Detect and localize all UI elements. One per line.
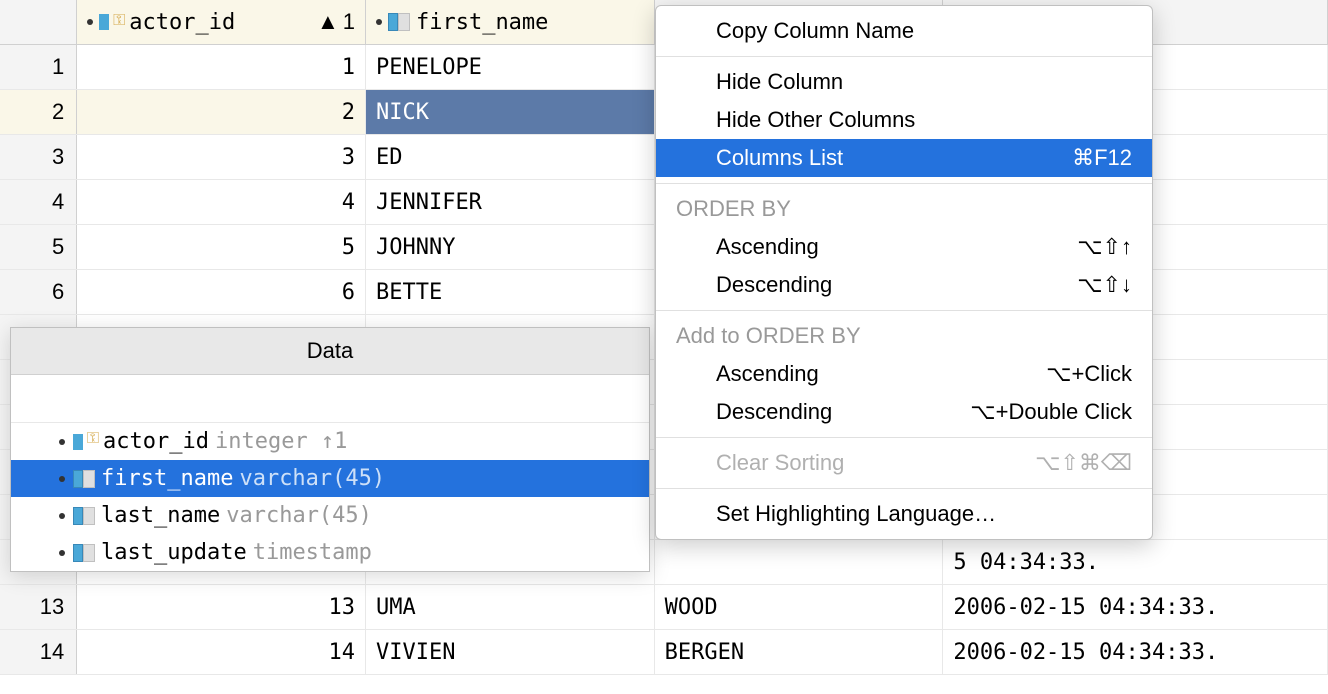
cell-last-update[interactable]: 5 04:34:33. — [943, 540, 1328, 584]
cell-actor-id[interactable]: 6 — [77, 270, 366, 314]
pk-icon — [87, 12, 123, 32]
menu-set-highlighting-language[interactable]: Set Highlighting Language… — [656, 495, 1152, 533]
pk-icon — [73, 432, 97, 452]
cell-last-name[interactable]: WOOD — [655, 585, 944, 629]
column-icon — [376, 13, 410, 31]
shortcut-label: ⌥⇧⌘⌫ — [1035, 450, 1132, 476]
row-number-header[interactable] — [0, 0, 77, 44]
column-type: varchar(45) — [239, 466, 385, 491]
menu-add-order-asc[interactable]: Ascending⌥+Click — [656, 355, 1152, 393]
cell-first-name[interactable]: JENNIFER — [366, 180, 655, 224]
column-label: first_name — [416, 10, 548, 35]
menu-separator — [656, 56, 1152, 57]
row-number-cell[interactable]: 4 — [0, 180, 77, 224]
shortcut-label: ⌘F12 — [1072, 145, 1132, 171]
cell-first-name[interactable]: UMA — [366, 585, 655, 629]
column-icon — [73, 544, 95, 562]
dot-icon — [59, 550, 65, 556]
cell-last-name[interactable]: BERGEN — [655, 630, 944, 674]
columns-list-item[interactable]: last_name varchar(45) — [11, 497, 649, 534]
menu-separator — [656, 488, 1152, 489]
column-type: timestamp — [253, 540, 372, 565]
popup-title: Data — [11, 328, 649, 375]
row-number-cell[interactable]: 1 — [0, 45, 77, 89]
cell-actor-id[interactable]: 1 — [77, 45, 366, 89]
row-number-cell[interactable]: 5 — [0, 225, 77, 269]
column-header-first-name[interactable]: first_name — [366, 0, 655, 44]
dot-icon — [59, 439, 65, 445]
popup-search[interactable] — [11, 375, 649, 423]
column-name: actor_id — [103, 429, 209, 454]
shortcut-label: ⌥⇧↑ — [1077, 234, 1132, 260]
cell-actor-id[interactable]: 3 — [77, 135, 366, 179]
dot-icon — [59, 513, 65, 519]
menu-clear-sorting: Clear Sorting⌥⇧⌘⌫ — [656, 444, 1152, 482]
cell-first-name[interactable]: JOHNNY — [366, 225, 655, 269]
cell-first-name[interactable]: VIVIEN — [366, 630, 655, 674]
column-header-actor-id[interactable]: actor_id ▲ 1 — [77, 0, 366, 44]
table-row[interactable]: 1313UMAWOOD2006-02-15 04:34:33. — [0, 585, 1328, 630]
cell-actor-id[interactable]: 2 — [77, 90, 366, 134]
menu-order-asc[interactable]: Ascending⌥⇧↑ — [656, 228, 1152, 266]
cell-last-update[interactable]: 2006-02-15 04:34:33. — [943, 630, 1328, 674]
menu-separator — [656, 183, 1152, 184]
cell-first-name[interactable]: PENELOPE — [366, 45, 655, 89]
columns-list-popup: Data actor_id integer ↑1 first_name varc… — [10, 327, 650, 572]
menu-columns-list[interactable]: Columns List⌘F12 — [656, 139, 1152, 177]
column-label: actor_id — [129, 10, 235, 35]
cell-last-name[interactable] — [655, 540, 944, 584]
cell-first-name[interactable]: NICK — [366, 90, 655, 134]
column-name: last_update — [101, 540, 247, 565]
shortcut-label: ⌥+Click — [1046, 361, 1132, 387]
row-number-cell[interactable]: 14 — [0, 630, 77, 674]
menu-hide-column[interactable]: Hide Column — [656, 63, 1152, 101]
menu-section-order-by: ORDER BY — [656, 190, 1152, 228]
cell-last-update[interactable]: 2006-02-15 04:34:33. — [943, 585, 1328, 629]
dot-icon — [59, 476, 65, 482]
column-name: last_name — [101, 503, 220, 528]
table-row[interactable]: 1414VIVIENBERGEN2006-02-15 04:34:33. — [0, 630, 1328, 675]
menu-separator — [656, 437, 1152, 438]
column-type: integer ↑1 — [215, 429, 347, 454]
shortcut-label: ⌥⇧↓ — [1077, 272, 1132, 298]
column-context-menu: Copy Column Name Hide Column Hide Other … — [655, 5, 1153, 540]
menu-section-add-order-by: Add to ORDER BY — [656, 317, 1152, 355]
cell-actor-id[interactable]: 13 — [77, 585, 366, 629]
columns-list-item[interactable]: actor_id integer ↑1 — [11, 423, 649, 460]
row-number-cell[interactable]: 13 — [0, 585, 77, 629]
row-number-cell[interactable]: 2 — [0, 90, 77, 134]
menu-order-desc[interactable]: Descending⌥⇧↓ — [656, 266, 1152, 304]
cell-first-name[interactable]: ED — [366, 135, 655, 179]
shortcut-label: ⌥+Double Click — [970, 399, 1132, 425]
menu-add-order-desc[interactable]: Descending⌥+Double Click — [656, 393, 1152, 431]
menu-hide-other-columns[interactable]: Hide Other Columns — [656, 101, 1152, 139]
columns-list-item[interactable]: first_name varchar(45) — [11, 460, 649, 497]
columns-list-item[interactable]: last_update timestamp — [11, 534, 649, 571]
column-icon — [73, 507, 95, 525]
menu-copy-column-name[interactable]: Copy Column Name — [656, 12, 1152, 50]
sort-indicator: ▲ 1 — [317, 9, 355, 35]
column-icon — [73, 470, 95, 488]
row-number-cell[interactable]: 6 — [0, 270, 77, 314]
column-name: first_name — [101, 466, 233, 491]
menu-separator — [656, 310, 1152, 311]
column-type: varchar(45) — [226, 503, 372, 528]
cell-actor-id[interactable]: 14 — [77, 630, 366, 674]
row-number-cell[interactable]: 3 — [0, 135, 77, 179]
cell-actor-id[interactable]: 5 — [77, 225, 366, 269]
cell-actor-id[interactable]: 4 — [77, 180, 366, 224]
cell-first-name[interactable]: BETTE — [366, 270, 655, 314]
